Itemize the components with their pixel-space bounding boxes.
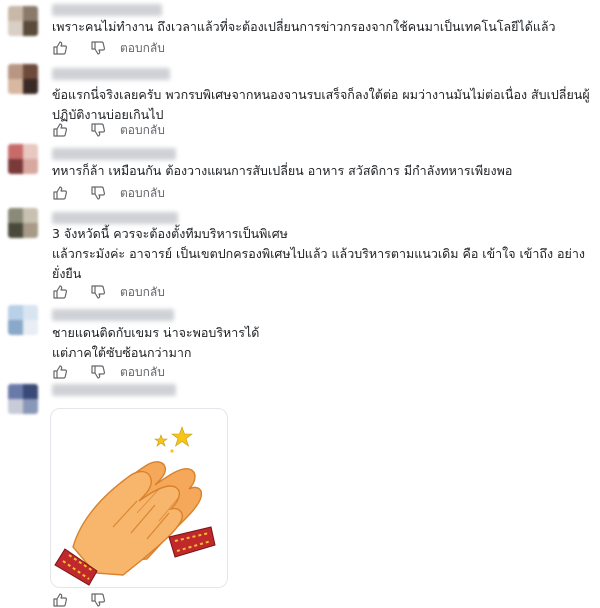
comment-text: ทหารก็ล้า เหมือนกัน ต้องวางแผนการสับเปลี…	[52, 163, 513, 178]
thumbs-down-icon[interactable]	[90, 122, 106, 138]
reply-button[interactable]: ตอบกลับ	[120, 283, 165, 302]
thumbs-down-icon[interactable]	[90, 592, 106, 608]
reply-button[interactable]: ตอบกลับ	[120, 363, 165, 382]
reply-button[interactable]: ตอบกลับ	[120, 39, 165, 58]
commenter-name-redacted	[52, 4, 162, 16]
thumbs-down-icon[interactable]	[90, 185, 106, 201]
avatar[interactable]	[8, 6, 38, 36]
thumbs-up-icon[interactable]	[52, 185, 68, 201]
avatar[interactable]	[8, 384, 38, 414]
commenter-name-redacted	[52, 68, 170, 80]
commenter-name-redacted	[52, 309, 174, 321]
thumbs-down-icon[interactable]	[90, 364, 106, 380]
reply-button[interactable]: ตอบกลับ	[120, 121, 165, 140]
thumbs-up-icon[interactable]	[52, 122, 68, 138]
comment-text: ชายแดนติดกับเขมร น่าจะพอบริหารได้ แต่ภาค…	[52, 325, 260, 360]
avatar[interactable]	[8, 208, 38, 238]
comment-text: ข้อแรกนี่จริงเลยครับ พวกรบพิเศษจากหนองจา…	[52, 87, 590, 122]
avatar[interactable]	[8, 305, 38, 335]
comment-text: 3 จังหวัดนี้ ควรจะต้องตั้งทีมบริหารเป็นพ…	[52, 226, 585, 281]
wai-hands-image	[54, 426, 216, 586]
avatar[interactable]	[8, 144, 38, 174]
thumbs-up-icon[interactable]	[52, 40, 68, 56]
thumbs-down-icon[interactable]	[90, 40, 106, 56]
wai-hands-sticker[interactable]	[50, 408, 228, 588]
commenter-name-redacted	[52, 148, 176, 160]
thumbs-down-icon[interactable]	[90, 284, 106, 300]
commenter-name-redacted	[52, 384, 176, 396]
comment-text: เพราะคนไม่ทำงาน ถึงเวลาแล้วที่จะต้องเปลี…	[52, 19, 556, 34]
thumbs-up-icon[interactable]	[52, 284, 68, 300]
commenter-name-redacted	[52, 212, 178, 224]
reply-button[interactable]: ตอบกลับ	[120, 184, 165, 203]
thumbs-up-icon[interactable]	[52, 592, 68, 608]
thumbs-up-icon[interactable]	[52, 364, 68, 380]
avatar[interactable]	[8, 64, 38, 94]
